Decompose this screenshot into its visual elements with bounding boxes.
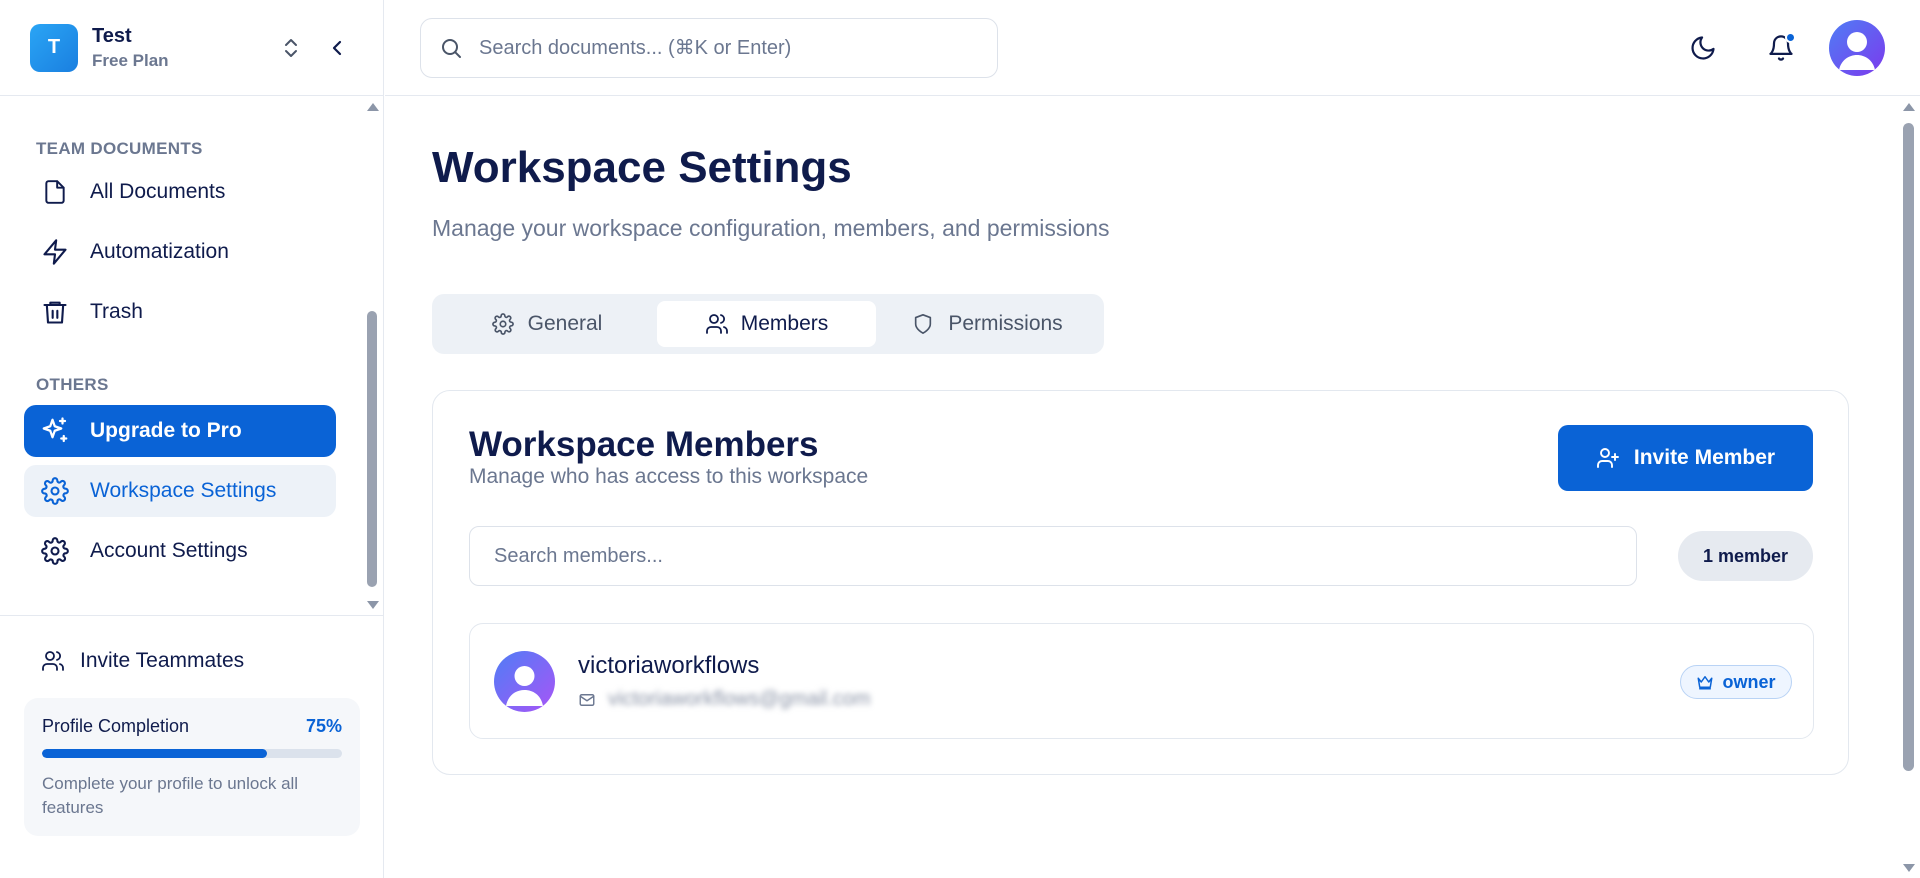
user-plus-icon [1596, 445, 1622, 471]
workspace-plan: Free Plan [92, 50, 169, 70]
tab-members[interactable]: Members [657, 301, 876, 347]
crown-icon [1696, 673, 1714, 691]
invite-member-label: Invite Member [1633, 446, 1776, 469]
card-title: Workspace Members [469, 425, 819, 464]
member-row[interactable]: victoriaworkflows victoriaworkflows@gmai… [469, 623, 1814, 739]
gear-icon [491, 312, 516, 336]
sidebar-item-label: Workspace Settings [90, 479, 277, 502]
card-subtitle: Manage who has access to this workspace [469, 465, 869, 488]
profile-progress-bar [42, 749, 342, 758]
page-title: Workspace Settings [432, 143, 852, 192]
search-icon [439, 35, 465, 61]
profile-completion-card: Profile Completion 75% Complete your pro… [24, 698, 360, 836]
member-name: victoriaworkflows [578, 652, 760, 679]
role-badge: owner [1680, 665, 1792, 699]
tab-label: Members [740, 312, 829, 335]
lightning-icon [40, 237, 70, 267]
document-search[interactable] [420, 18, 998, 78]
section-label-team-documents: TEAM DOCUMENTS [36, 139, 203, 158]
member-search[interactable] [469, 526, 1637, 586]
profile-completion-percent: 75% [305, 716, 342, 736]
mail-icon [578, 690, 598, 710]
member-email: victoriaworkflows@gmail.com [578, 688, 871, 711]
users-icon [705, 312, 729, 336]
gear-icon [40, 536, 70, 566]
profile-progress-fill [42, 749, 267, 758]
scroll-up-icon[interactable] [367, 103, 379, 111]
sidebar-item-workspace-settings[interactable]: Workspace Settings [24, 465, 336, 517]
member-count-badge: 1 member [1678, 531, 1813, 581]
main-content: Workspace Settings Manage your workspace… [385, 97, 1895, 878]
tab-label: Permissions [948, 312, 1063, 335]
tab-general[interactable]: General [439, 301, 655, 347]
settings-tabs: General Members Permissions [432, 294, 1104, 354]
sidebar-item-label: Automatization [90, 240, 229, 263]
invite-member-button[interactable]: Invite Member [1558, 425, 1813, 491]
file-icon [40, 177, 70, 207]
profile-completion-header: Profile Completion 75% [42, 716, 342, 737]
tab-permissions[interactable]: Permissions [878, 301, 1097, 347]
sidebar-item-label: Trash [90, 300, 143, 323]
sidebar-footer: Invite Teammates Profile Completion 75% … [0, 615, 384, 878]
workspace-avatar: T [30, 23, 78, 72]
sidebar-item-trash[interactable]: Trash [24, 286, 336, 338]
app-root: T Test Free Plan TEAM DOCUMENTS All Docu… [0, 0, 1920, 878]
invite-teammates-button[interactable]: Invite Teammates [24, 636, 360, 686]
sidebar-item-account-settings[interactable]: Account Settings [24, 525, 336, 577]
collapse-sidebar-icon[interactable] [321, 32, 353, 64]
section-label-others: OTHERS [36, 375, 109, 394]
document-search-input[interactable] [479, 36, 979, 60]
sidebar: T Test Free Plan TEAM DOCUMENTS All Docu… [0, 0, 384, 878]
top-bar [385, 0, 1920, 96]
workspace-header[interactable]: T Test Free Plan [0, 0, 383, 96]
main-scrollbar-thumb[interactable] [1903, 123, 1914, 771]
sidebar-item-automatization[interactable]: Automatization [24, 226, 336, 278]
invite-teammates-label: Invite Teammates [80, 649, 245, 672]
tab-label: General [527, 312, 603, 335]
notification-dot [1785, 32, 1796, 43]
sidebar-scrollbar-thumb[interactable] [367, 311, 377, 587]
profile-completion-description: Complete your profile to unlock all feat… [42, 774, 299, 817]
scroll-up-icon[interactable] [1903, 103, 1915, 111]
member-avatar [494, 651, 555, 712]
role-label: owner [1722, 671, 1776, 692]
others-list: Upgrade to Pro Workspace Settings Accoun… [0, 405, 360, 577]
bell-icon[interactable] [1761, 28, 1801, 68]
workspace-switcher-icon[interactable] [275, 32, 307, 64]
team-documents-list: All Documents Automatization Trash [0, 166, 360, 338]
sidebar-scroll-area: TEAM DOCUMENTS All Documents Automatizat… [0, 97, 384, 615]
workspace-info: Test Free Plan [92, 25, 261, 71]
sidebar-scrollbar[interactable] [362, 97, 382, 615]
sidebar-item-label: All Documents [90, 180, 226, 203]
workspace-name: Test [92, 24, 132, 47]
workspace-members-card: Workspace Members Manage who has access … [432, 390, 1849, 775]
trash-icon [40, 297, 70, 327]
main-scrollbar[interactable] [1897, 97, 1920, 878]
sidebar-item-all-documents[interactable]: All Documents [24, 166, 336, 218]
sidebar-item-upgrade-to-pro[interactable]: Upgrade to Pro [24, 405, 336, 457]
users-icon [40, 648, 66, 674]
profile-completion-title: Profile Completion [42, 716, 190, 736]
sidebar-item-label: Account Settings [90, 539, 248, 562]
sidebar-nav: TEAM DOCUMENTS All Documents Automatizat… [0, 97, 360, 577]
sidebar-item-label: Upgrade to Pro [90, 419, 242, 442]
sparkles-icon [40, 416, 70, 446]
member-search-input[interactable] [494, 544, 1594, 568]
user-avatar[interactable] [1829, 20, 1885, 76]
scroll-down-icon[interactable] [367, 601, 379, 609]
moon-icon[interactable] [1683, 28, 1723, 68]
page-subtitle: Manage your workspace configuration, mem… [432, 215, 1110, 241]
gear-icon [40, 476, 70, 506]
member-email-text: victoriaworkflows@gmail.com [608, 688, 871, 710]
shield-icon [912, 312, 936, 336]
scroll-down-icon[interactable] [1903, 864, 1915, 872]
